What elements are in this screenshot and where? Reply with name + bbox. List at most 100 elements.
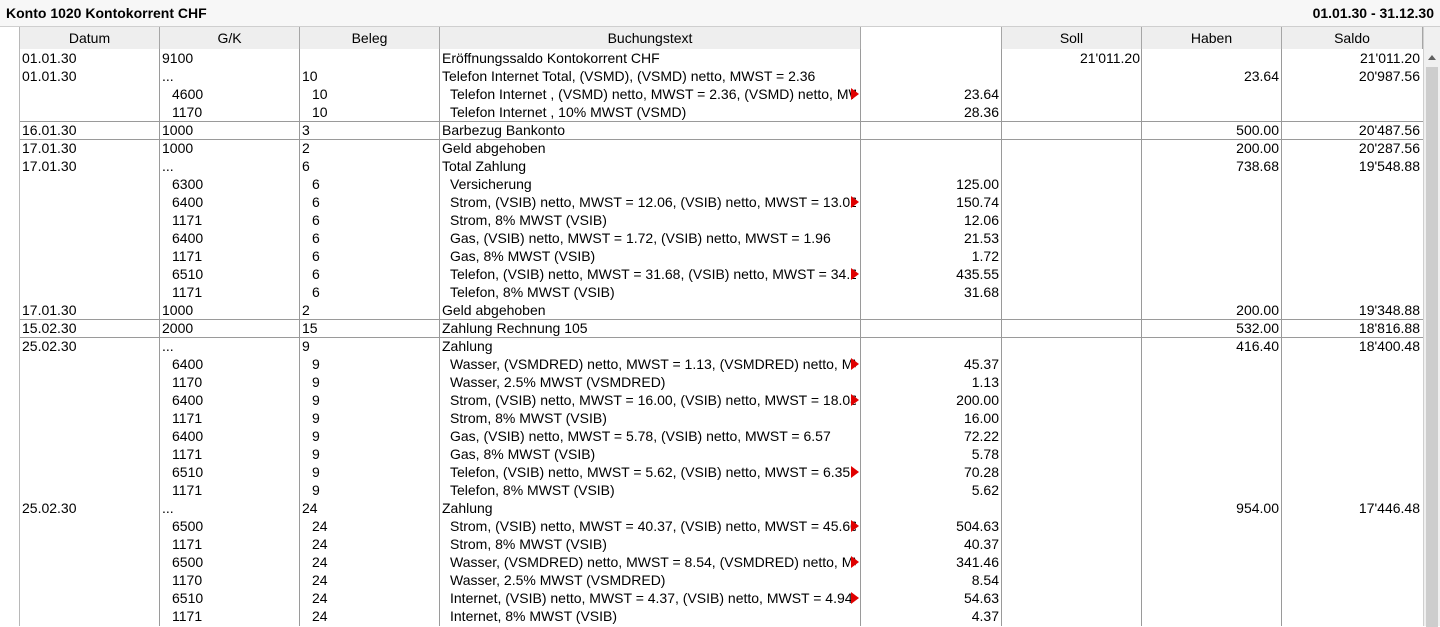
cell-betrag[interactable]: [861, 301, 999, 319]
cell-haben[interactable]: 416.40: [1142, 337, 1279, 355]
cell-soll[interactable]: [1002, 535, 1140, 553]
table-row[interactable]: 16.01.30 1000 3 Barbezug Bankonto 500.00 20'4…: [20, 121, 1423, 140]
cell-gk[interactable]: 1000: [162, 139, 298, 157]
cell-datum[interactable]: [22, 103, 158, 121]
cell-datum[interactable]: [22, 175, 158, 193]
cell-datum[interactable]: [22, 427, 158, 445]
table-row-split[interactable]: 6400 9 Strom, (VSIB) netto, MWST = 16.00, …: [20, 391, 1423, 409]
cell-saldo[interactable]: [1282, 355, 1420, 373]
cell-haben[interactable]: [1142, 481, 1279, 499]
table-row[interactable]: 01.01.30... 10 Telefon Internet Total, (VS…: [20, 67, 1423, 85]
cell-saldo[interactable]: [1282, 589, 1420, 607]
cell-datum[interactable]: [22, 481, 158, 499]
cell-haben[interactable]: [1142, 517, 1279, 535]
cell-text[interactable]: Strom, 8% MWST (VSIB): [450, 535, 856, 553]
cell-betrag[interactable]: 1.72: [861, 247, 999, 265]
cell-text[interactable]: Gas, 8% MWST (VSIB): [450, 445, 856, 463]
cell-soll[interactable]: [1002, 121, 1140, 139]
cell-datum[interactable]: 17.01.30: [22, 157, 158, 175]
cell-gk[interactable]: 6300: [172, 175, 298, 193]
cell-gk[interactable]: 1171: [172, 607, 298, 625]
cell-betrag[interactable]: 8.54: [861, 571, 999, 589]
cell-beleg[interactable]: 24: [312, 553, 438, 571]
cell-datum[interactable]: [22, 193, 158, 211]
table-row-split[interactable]: 6500 24 Strom, (VSIB) netto, MWST = 40.37,…: [20, 517, 1423, 535]
cell-saldo[interactable]: [1282, 103, 1420, 121]
cell-datum[interactable]: 16.01.30: [22, 121, 158, 139]
cell-soll[interactable]: [1002, 283, 1140, 301]
column-header-haben[interactable]: Haben: [1142, 27, 1282, 49]
cell-betrag[interactable]: [861, 67, 999, 85]
cell-saldo[interactable]: 21'011.20: [1282, 49, 1420, 67]
cell-soll[interactable]: [1002, 517, 1140, 535]
cell-betrag[interactable]: 40.37: [861, 535, 999, 553]
cell-betrag[interactable]: 1.13: [861, 373, 999, 391]
cell-haben[interactable]: 500.00: [1142, 121, 1279, 139]
cell-soll[interactable]: [1002, 67, 1140, 85]
cell-saldo[interactable]: [1282, 571, 1420, 589]
table-row-split[interactable]: 1171 24 Internet, 8% MWST (VSIB) 4.37: [20, 607, 1423, 625]
cell-beleg[interactable]: 6: [312, 193, 438, 211]
cell-beleg[interactable]: [302, 49, 438, 67]
cell-haben[interactable]: [1142, 409, 1279, 427]
cell-saldo[interactable]: 20'987.56: [1282, 67, 1420, 85]
cell-text[interactable]: Telefon, 8% MWST (VSIB): [450, 481, 856, 499]
cell-datum[interactable]: [22, 607, 158, 625]
cell-betrag[interactable]: 200.00: [861, 391, 999, 409]
cell-saldo[interactable]: [1282, 211, 1420, 229]
cell-text[interactable]: Internet, 8% MWST (VSIB): [450, 607, 856, 625]
table-row-split[interactable]: 1171 6 Strom, 8% MWST (VSIB) 12.06: [20, 211, 1423, 229]
cell-datum[interactable]: [22, 409, 158, 427]
cell-betrag[interactable]: [861, 499, 999, 517]
cell-haben[interactable]: [1142, 229, 1279, 247]
cell-gk[interactable]: 1171: [172, 445, 298, 463]
cell-beleg[interactable]: 6: [302, 157, 438, 175]
cell-gk[interactable]: 1170: [172, 571, 298, 589]
cell-saldo[interactable]: [1282, 535, 1420, 553]
cell-text[interactable]: Zahlung Rechnung 105: [442, 319, 858, 337]
cell-soll[interactable]: [1002, 607, 1140, 625]
table-row-split[interactable]: 1171 6 Gas, 8% MWST (VSIB) 1.72: [20, 247, 1423, 265]
cell-saldo[interactable]: [1282, 391, 1420, 409]
cell-datum[interactable]: 15.02.30: [22, 319, 158, 337]
cell-text[interactable]: Eröffnungssaldo Kontokorrent CHF: [442, 49, 858, 67]
cell-text[interactable]: Wasser, (VSMDRED) netto, MWST = 8.54, (V…: [450, 553, 856, 571]
cell-gk[interactable]: 1000: [162, 121, 298, 139]
cell-betrag[interactable]: 150.74: [861, 193, 999, 211]
cell-saldo[interactable]: [1282, 463, 1420, 481]
cell-haben[interactable]: [1142, 427, 1279, 445]
cell-beleg[interactable]: 24: [312, 607, 438, 625]
table-row[interactable]: 17.01.30 1000 2 Geld abgehoben 200.00 20'287.…: [20, 139, 1423, 158]
cell-saldo[interactable]: [1282, 175, 1420, 193]
cell-saldo[interactable]: [1282, 481, 1420, 499]
cell-haben[interactable]: 23.64: [1142, 67, 1279, 85]
cell-datum[interactable]: 25.02.30: [22, 337, 158, 355]
cell-saldo[interactable]: [1282, 373, 1420, 391]
cell-gk[interactable]: 6510: [172, 265, 298, 283]
cell-saldo[interactable]: [1282, 427, 1420, 445]
cell-text[interactable]: Barbezug Bankonto: [442, 121, 858, 139]
cell-betrag[interactable]: 5.78: [861, 445, 999, 463]
table-row-split[interactable]: 1171 9 Telefon, 8% MWST (VSIB) 5.62: [20, 481, 1423, 499]
cell-betrag[interactable]: [861, 337, 999, 355]
cell-gk[interactable]: ...: [162, 337, 298, 355]
cell-soll[interactable]: [1002, 265, 1140, 283]
cell-gk[interactable]: 6400: [172, 229, 298, 247]
cell-datum[interactable]: [22, 553, 158, 571]
cell-saldo[interactable]: [1282, 553, 1420, 571]
cell-soll[interactable]: [1002, 427, 1140, 445]
cell-soll[interactable]: [1002, 193, 1140, 211]
cell-soll[interactable]: [1002, 157, 1140, 175]
cell-datum[interactable]: [22, 265, 158, 283]
cell-saldo[interactable]: [1282, 229, 1420, 247]
cell-beleg[interactable]: 9: [312, 445, 438, 463]
cell-text[interactable]: Wasser, (VSMDRED) netto, MWST = 1.13, (V…: [450, 355, 856, 373]
column-header-beleg[interactable]: Beleg: [300, 27, 440, 49]
cell-text[interactable]: Strom, (VSIB) netto, MWST = 12.06, (VSIB…: [450, 193, 856, 211]
cell-saldo[interactable]: [1282, 283, 1420, 301]
cell-saldo[interactable]: 20'487.56: [1282, 121, 1420, 139]
row-gutter[interactable]: [0, 27, 20, 626]
cell-betrag[interactable]: 341.46: [861, 553, 999, 571]
cell-beleg[interactable]: 3: [302, 121, 438, 139]
table-row[interactable]: 15.02.30 2000 15 Zahlung Rechnung 105 532.00…: [20, 319, 1423, 338]
